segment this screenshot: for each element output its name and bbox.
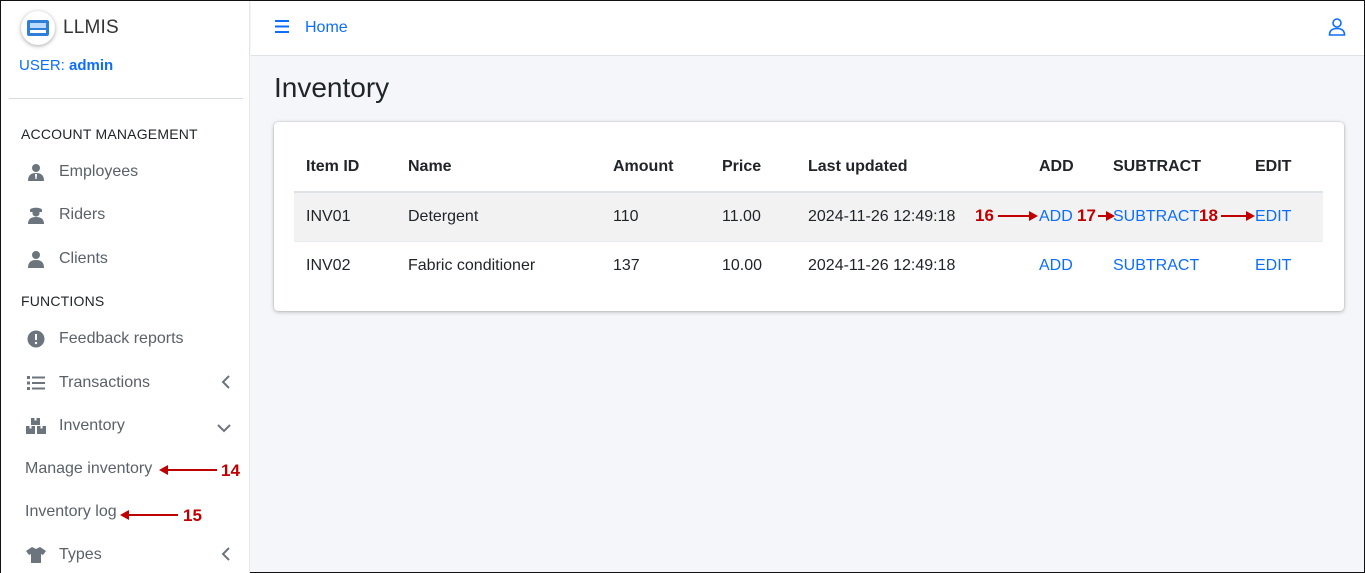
add-link[interactable]: ADD	[1039, 257, 1073, 274]
rider-icon	[23, 206, 49, 224]
home-link[interactable]: Home	[305, 19, 348, 37]
sidebar-item-riders[interactable]: Riders	[23, 198, 237, 232]
shirt-icon	[23, 546, 49, 564]
cell-amount: 137	[601, 240, 710, 290]
table-row: INV02 Fabric conditioner 137 10.00 2024-…	[294, 240, 1323, 290]
sidebar: LLMIS USER: admin ACCOUNT MANAGEMENT Emp…	[1, 1, 250, 573]
column-header-add: ADD	[1027, 142, 1101, 193]
exclamation-circle-icon	[23, 330, 49, 348]
list-icon	[23, 375, 49, 391]
user-line: USER: admin	[19, 57, 113, 74]
hamburger-menu-icon[interactable]	[275, 20, 289, 38]
user-icon	[23, 250, 49, 268]
column-header-name: Name	[396, 142, 601, 193]
chevron-down-icon	[217, 420, 231, 438]
sidebar-item-label: Riders	[59, 206, 106, 223]
sidebar-item-employees[interactable]: Employees	[23, 155, 237, 189]
sidebar-item-label: Clients	[59, 250, 108, 267]
annotation-17: 17	[1077, 206, 1096, 225]
brand-name: LLMIS	[63, 17, 119, 38]
sidebar-subitem-manage-inventory[interactable]: Manage inventory	[25, 460, 152, 478]
table-row: INV01 Detergent 110 11.00 2024-11-26 12:…	[294, 191, 1323, 241]
cell-price: 10.00	[710, 240, 796, 290]
column-header-item-id: Item ID	[294, 142, 396, 193]
user-name[interactable]: admin	[69, 57, 113, 74]
cell-name: Fabric conditioner	[396, 240, 601, 290]
sidebar-item-label: Feedback reports	[59, 330, 184, 347]
table-header-row: Item ID Name Amount Price Last updated A…	[294, 142, 1323, 193]
annotation-arrow-14	[159, 465, 217, 475]
user-account-icon[interactable]	[1328, 18, 1346, 41]
sidebar-item-label: Transactions	[59, 374, 150, 391]
section-header-functions: FUNCTIONS	[21, 293, 105, 309]
boxes-icon	[23, 417, 49, 435]
annotation-arrow-16	[998, 211, 1038, 221]
user-prefix: USER:	[19, 57, 65, 74]
subtract-link[interactable]: SUBTRACT	[1113, 257, 1199, 274]
sidebar-item-label: Inventory	[59, 417, 125, 434]
cell-last-updated: 2024-11-26 12:49:18	[796, 240, 1027, 290]
sidebar-item-inventory[interactable]: Inventory	[23, 409, 237, 443]
chevron-left-icon	[221, 375, 231, 394]
annotation-14: 14	[221, 461, 240, 480]
cell-add: ADD	[1027, 240, 1101, 290]
edit-link[interactable]: EDIT	[1255, 208, 1291, 225]
cell-subtract: SUBTRACT	[1101, 240, 1243, 290]
sidebar-item-label: Types	[59, 546, 102, 563]
sidebar-item-label: Employees	[59, 163, 139, 180]
inventory-table: Item ID Name Amount Price Last updated A…	[294, 142, 1323, 290]
cell-edit: EDIT	[1243, 240, 1323, 290]
edit-link[interactable]: EDIT	[1255, 257, 1291, 274]
cell-edit: EDIT	[1243, 191, 1323, 241]
sidebar-item-feedback-reports[interactable]: Feedback reports	[23, 322, 237, 356]
add-link[interactable]: ADD	[1039, 208, 1073, 225]
column-header-price: Price	[710, 142, 796, 193]
inventory-card: Item ID Name Amount Price Last updated A…	[274, 122, 1344, 311]
annotation-15: 15	[183, 506, 202, 525]
column-header-edit: EDIT	[1243, 142, 1323, 193]
brand[interactable]: LLMIS	[1, 1, 249, 56]
cell-amount: 110	[601, 191, 710, 241]
brand-logo-icon	[21, 11, 55, 45]
sidebar-divider	[9, 98, 243, 99]
annotation-arrow-18	[1221, 211, 1255, 221]
sidebar-item-transactions[interactable]: Transactions	[23, 366, 237, 400]
column-header-amount: Amount	[601, 142, 710, 193]
sidebar-subitem-inventory-log[interactable]: Inventory log	[25, 503, 117, 521]
section-header-account: ACCOUNT MANAGEMENT	[21, 126, 198, 142]
subtract-link[interactable]: SUBTRACT	[1113, 208, 1199, 225]
column-header-subtract: SUBTRACT	[1101, 142, 1243, 193]
sidebar-item-types[interactable]: Types	[23, 538, 237, 572]
cell-item-id: INV02	[294, 240, 396, 290]
chevron-left-icon	[221, 547, 231, 566]
column-header-last-updated: Last updated	[796, 142, 1027, 193]
sidebar-item-clients[interactable]: Clients	[23, 242, 237, 276]
annotation-16: 16	[975, 206, 994, 225]
annotation-arrow-15	[120, 510, 178, 520]
page-title: Inventory	[274, 72, 390, 103]
annotation-18: 18	[1199, 206, 1218, 225]
cell-price: 11.00	[710, 191, 796, 241]
cell-item-id: INV01	[294, 191, 396, 241]
topbar: Home	[251, 1, 1364, 56]
cell-name: Detergent	[396, 191, 601, 241]
user-tie-icon	[23, 163, 49, 181]
annotation-arrow-17	[1098, 211, 1115, 221]
